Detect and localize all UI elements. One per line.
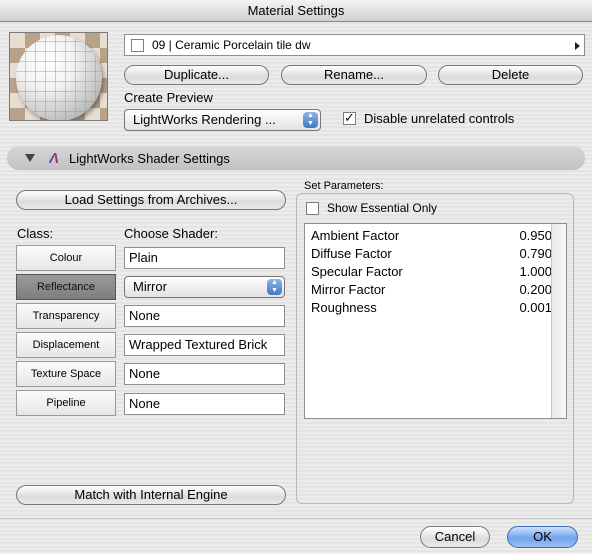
create-preview-label: Create Preview [124,90,213,105]
disable-unrelated-checkbox[interactable] [343,110,356,126]
show-essential-checkbox[interactable] [306,201,319,215]
param-value: 0.001 [519,300,552,315]
create-preview-popup[interactable]: LightWorks Rendering ... ▲ ▼ [124,109,321,131]
list-item[interactable]: Ambient Factor 0.950 [305,227,566,245]
list-item[interactable]: Specular Factor 1.000 [305,263,566,281]
material-checkbox[interactable] [131,38,144,52]
lightworks-logo-icon: Λ [49,149,60,167]
class-button-texture-space[interactable]: Texture Space [16,361,116,387]
class-button-reflectance[interactable]: Reflectance [16,274,116,300]
show-essential-option[interactable]: Show Essential Only [306,201,437,215]
match-internal-engine-button[interactable]: Match with Internal Engine [16,485,286,505]
class-header: Class: [17,226,54,241]
material-selector-value: 09 | Ceramic Porcelain tile dw [152,38,311,52]
load-settings-button[interactable]: Load Settings from Archives... [16,190,286,210]
param-name: Ambient Factor [311,228,400,243]
material-selector[interactable]: 09 | Ceramic Porcelain tile dw [124,34,585,56]
disable-unrelated-label: Disable unrelated controls [364,111,515,126]
preview-sphere [16,35,102,120]
create-preview-value: LightWorks Rendering ... [133,112,276,127]
parameters-list[interactable]: Ambient Factor 0.950 Diffuse Factor 0.79… [304,223,567,419]
shader-popup-reflectance[interactable]: Mirror ▲ ▼ [124,276,285,298]
footer-divider [0,518,592,519]
section-title: LightWorks Shader Settings [69,150,230,166]
list-item[interactable]: Mirror Factor 0.200 [305,281,566,299]
window-title: Material Settings [0,0,592,22]
list-item[interactable]: Roughness 0.001 [305,299,566,317]
param-value: 0.200 [519,282,552,297]
param-name: Diffuse Factor [311,246,392,261]
set-parameters-label: Set Parameters: [304,180,384,192]
updown-arrows-icon: ▲ ▼ [267,279,282,295]
param-name: Mirror Factor [311,282,386,297]
shader-field-pipeline[interactable]: None [124,393,285,415]
class-button-pipeline[interactable]: Pipeline [16,390,116,416]
cancel-button[interactable]: Cancel [420,526,490,548]
shader-field-texture-space[interactable]: None [124,363,285,385]
shader-popup-value: Mirror [133,279,167,294]
list-scrollbar[interactable] [551,224,566,418]
param-name: Roughness [311,300,377,315]
class-button-displacement[interactable]: Displacement [16,332,116,358]
class-button-transparency[interactable]: Transparency [16,303,116,329]
disable-unrelated-option[interactable]: Disable unrelated controls [343,110,515,126]
shader-settings-section-header[interactable]: Λ LightWorks Shader Settings [7,146,585,170]
updown-arrows-icon: ▲ ▼ [303,112,318,128]
disclosure-triangle-icon[interactable] [25,154,35,162]
delete-button[interactable]: Delete [438,65,583,85]
param-value: 0.950 [519,228,552,243]
duplicate-button[interactable]: Duplicate... [124,65,269,85]
class-button-colour[interactable]: Colour [16,245,116,271]
show-essential-label: Show Essential Only [327,201,438,215]
param-value: 0.790 [519,246,552,261]
shader-field-displacement[interactable]: Wrapped Textured Brick [124,334,285,356]
param-name: Specular Factor [311,264,403,279]
shader-field-colour[interactable]: Plain [124,247,285,269]
rename-button[interactable]: Rename... [281,65,427,85]
chevron-right-icon [575,42,580,50]
choose-shader-header: Choose Shader: [124,226,218,241]
material-preview-image [9,32,108,121]
param-value: 1.000 [519,264,552,279]
ok-button[interactable]: OK [507,526,578,548]
shader-field-transparency[interactable]: None [124,305,285,327]
list-item[interactable]: Diffuse Factor 0.790 [305,245,566,263]
